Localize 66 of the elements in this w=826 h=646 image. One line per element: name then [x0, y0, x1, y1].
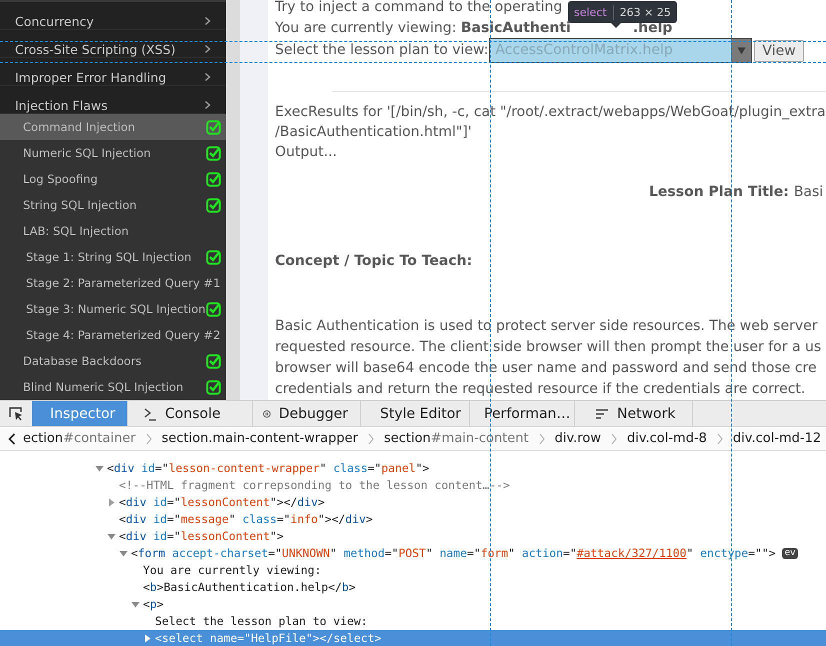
- caret-icon: [737, 46, 746, 54]
- paragraph-line: Basic Authentication is used to protect server side resources. The web server: [275, 318, 818, 334]
- expanded-twisty-icon[interactable]: [119, 549, 128, 558]
- chevron-icon: [368, 432, 374, 444]
- menu-item[interactable]: Injection Flaws: [0, 86, 226, 114]
- paragraph-line: credentials and return the requested resource if the credentials are correct.: [275, 381, 806, 397]
- menu-item[interactable]: Concurrency: [0, 2, 226, 30]
- chevron-icon: [204, 72, 211, 82]
- size-label: 263 × 25: [620, 6, 671, 18]
- markup-line[interactable]: <div id="lessonContent"></div>: [119, 494, 325, 511]
- chevron-icon: [146, 432, 152, 444]
- network-icon: [595, 406, 609, 420]
- plan-title-label: Lesson Plan Title:: [649, 184, 789, 200]
- breadcrumb[interactable]: div.row: [554, 431, 601, 446]
- event-badge[interactable]: ev: [782, 548, 798, 559]
- chevron-icon: [610, 432, 617, 444]
- markup-line[interactable]: <div id="message" class="info"></div>: [119, 511, 373, 528]
- lesson-name: BasicAuthenti: [460, 20, 571, 36]
- markup-line[interactable]: <form accept-charset="UNKNOWN" method="POST" name="form" action="#attack/327/1100" enctype="">: [131, 545, 776, 562]
- devtools-tab[interactable]: Console: [128, 401, 253, 426]
- instruction-text: Try to inject a command to the operating: [275, 0, 562, 15]
- devtools-tab[interactable]: Performan…: [470, 401, 575, 426]
- markup-line[interactable]: <!--HTML fragment correpsonding to the lesson content…-->: [119, 477, 510, 494]
- chevron-icon: [204, 16, 211, 26]
- devtools-tab[interactable]: Network: [575, 401, 693, 426]
- view-button[interactable]: View: [754, 40, 804, 62]
- lesson-name-end: .help: [632, 20, 672, 36]
- exec-result-text: ExecResults for '[/bin/sh, -c, cat "/root/.extract/webapps/WebGoat/plugin_extra: [275, 104, 826, 120]
- expanded-twisty-icon[interactable]: [107, 532, 116, 541]
- section-heading: Concept / Topic To Teach:: [275, 253, 472, 269]
- plan-title-value: Basi: [794, 184, 824, 200]
- expanded-twisty-icon[interactable]: [131, 600, 140, 609]
- markup-line[interactable]: <div id="lesson-content-wrapper" class="panel">: [107, 460, 430, 477]
- paragraph-line: requested resource. The client side browser will then prompt the user for a us: [275, 339, 822, 355]
- collapsed-twisty-icon[interactable]: [143, 634, 152, 643]
- devtools-tab[interactable]: Debugger: [253, 401, 361, 426]
- breadcrumb[interactable]: div.col-md-12: [732, 431, 822, 446]
- menu-item[interactable]: Cross-Site Scripting (XSS): [0, 30, 226, 58]
- picker-icon: [9, 406, 23, 420]
- markup-line[interactable]: Select the lesson plan to view:: [155, 613, 368, 630]
- select-label: Select the lesson plan to view:: [275, 41, 488, 60]
- breadcrumb[interactable]: ection#container: [23, 431, 136, 446]
- paragraph-line: browser will base64 encode the user name and password and send those cre: [275, 360, 817, 376]
- markup-line[interactable]: You are currently viewing:: [143, 562, 322, 579]
- exec-result-text: /BasicAuthentication.html"]': [275, 124, 472, 140]
- markup-line[interactable]: <div id="lessonContent">: [119, 528, 284, 545]
- expanded-twisty-icon[interactable]: [95, 464, 104, 473]
- exec-result-text: Output...: [275, 144, 337, 160]
- lesson-link[interactable]: Command Injection: [0, 114, 226, 140]
- chevron-left-icon: [8, 432, 16, 444]
- attribute-link[interactable]: #attack/327/1100: [576, 546, 686, 560]
- collapsed-twisty-icon[interactable]: [107, 498, 116, 507]
- chevron-icon: [204, 44, 211, 54]
- breadcrumb[interactable]: section.main-content-wrapper: [162, 431, 358, 446]
- markup-line[interactable]: <b>BasicAuthentication.help</b>: [143, 579, 356, 596]
- devtools-tab[interactable]: Style Editor: [361, 401, 470, 426]
- viewing-label: You are currently viewing:: [275, 20, 458, 36]
- console-icon: [143, 406, 157, 420]
- chevron-icon: [204, 100, 211, 110]
- breadcrumb[interactable]: div.col-md-8: [626, 431, 707, 446]
- tag-name: select: [574, 6, 607, 18]
- chevron-icon: [538, 432, 545, 444]
- breadcrumb[interactable]: section#main-content: [384, 431, 529, 446]
- menu-item[interactable]: Improper Error Handling: [0, 58, 226, 86]
- chevron-icon: [716, 432, 723, 444]
- markup-line[interactable]: <p>: [143, 596, 164, 613]
